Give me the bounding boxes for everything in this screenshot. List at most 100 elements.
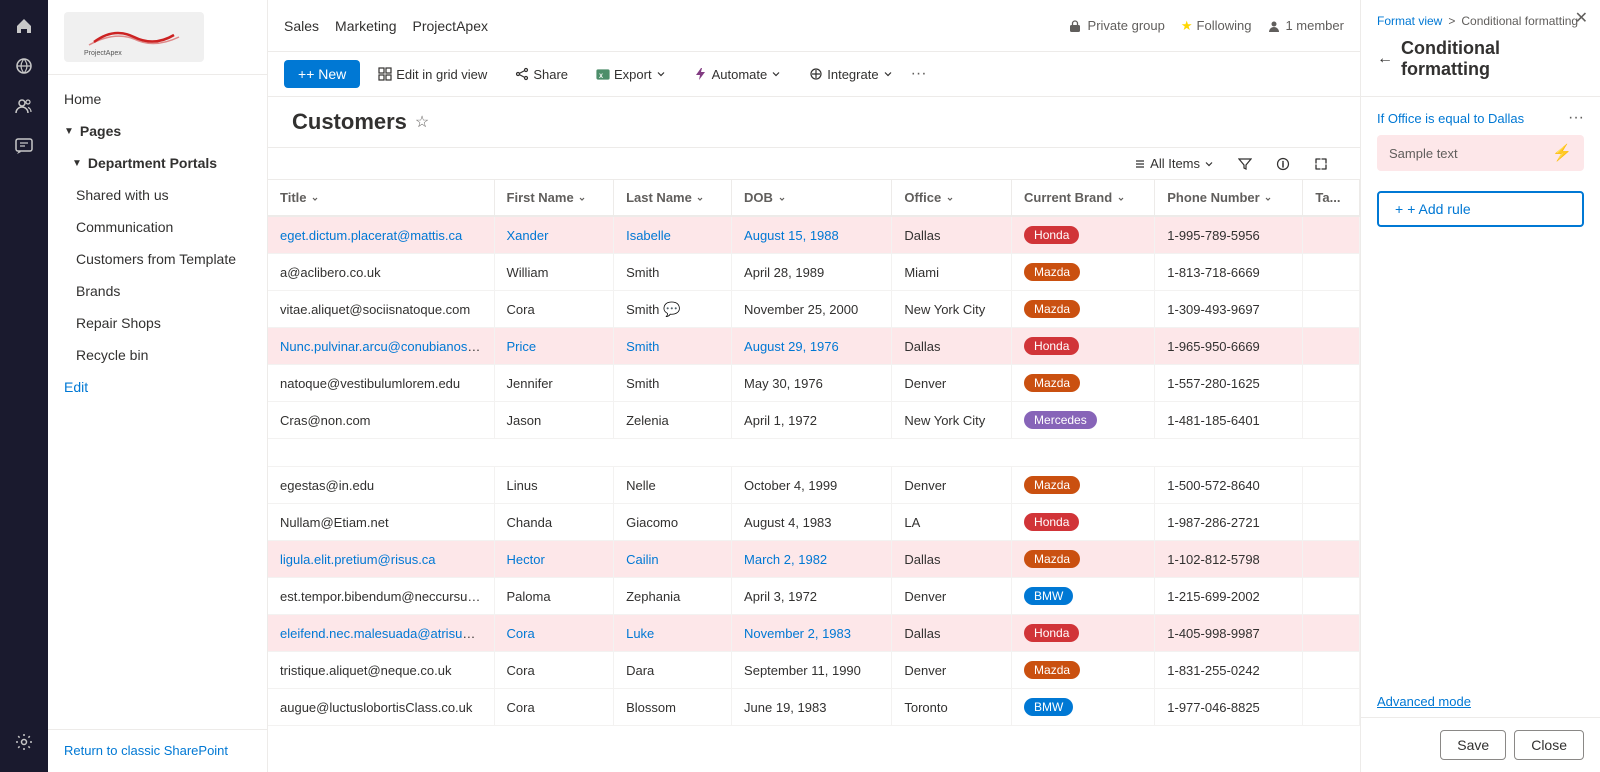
breadcrumb-current: Conditional formatting [1461,14,1578,28]
sidebar-item-communication[interactable]: Communication [48,211,267,243]
col-office[interactable]: Office [892,180,1012,216]
automate-button[interactable]: Automate [684,61,792,88]
share-button[interactable]: Share [505,61,578,88]
row-dob: April 28, 1989 [744,265,824,280]
sidebar-item-customers-template[interactable]: Customers from Template [48,243,267,275]
expand-button[interactable] [1306,153,1336,175]
table-row[interactable]: egestas@in.edu Linus Nelle October 4, 19… [268,467,1360,504]
table-row[interactable]: est.tempor.bibendum@neccursusa.com Palom… [268,578,1360,615]
table-row[interactable]: ligula.elit.pretium@risus.ca Hector Cail… [268,541,1360,578]
row-title-link[interactable]: eget.dictum.placerat@mattis.ca [280,228,462,243]
all-items-button[interactable]: All Items [1126,152,1222,175]
cell-title: a@aclibero.co.uk [268,254,494,291]
col-phone-sort-icon [1263,194,1273,204]
brand-pill: Mazda [1024,661,1080,679]
row-firstname: William [507,265,549,280]
col-title[interactable]: Title [268,180,494,216]
advanced-mode-link[interactable]: Advanced mode [1361,686,1600,717]
member-badge: 1 member [1267,18,1344,33]
table-scroll[interactable]: Title First Name Last Name DOB Offic [268,180,1360,772]
row-title-link[interactable]: ligula.elit.pretium@risus.ca [280,552,436,567]
all-items-chevron-icon [1204,159,1214,169]
nav-chat-icon[interactable] [6,128,42,164]
sidebar-item-shared[interactable]: Shared with us [48,179,267,211]
table-row[interactable]: a@aclibero.co.uk William Smith April 28,… [268,254,1360,291]
table-row[interactable]: Nullam@Etiam.net Chanda Giacomo August 4… [268,504,1360,541]
sidebar-item-repair-shops[interactable]: Repair Shops [48,307,267,339]
toolbar-more-button[interactable]: ··· [911,65,927,83]
nav-home-icon[interactable] [6,8,42,44]
cell-office: Denver [892,467,1012,504]
classic-sharepoint-link[interactable]: Return to classic SharePoint [64,743,228,758]
sidebar-item-recycle-bin[interactable]: Recycle bin [48,339,267,371]
table-row[interactable]: vitae.aliquet@sociisnatoque.com Cora Smi… [268,291,1360,328]
cell-brand: Honda [1012,216,1155,254]
save-label: Save [1457,737,1489,753]
cell-firstname: Hector [494,541,614,578]
star-icon: ★ [1181,18,1193,34]
nav-people-icon[interactable] [6,88,42,124]
sidebar-item-brands[interactable]: Brands [48,275,267,307]
sidebar-edit-link[interactable]: Edit [48,371,267,403]
table-row[interactable]: natoque@vestibulumlorem.edu Jennifer Smi… [268,365,1360,402]
sidebar-pages-toggle[interactable]: ▼ Pages [48,115,267,147]
cell-brand: Mazda [1012,652,1155,689]
filter-button[interactable] [1230,153,1260,175]
panel-spacer [1361,235,1600,686]
table-row[interactable]: eleifend.nec.malesuada@atrisus.ca Cora L… [268,615,1360,652]
add-rule-button[interactable]: + + Add rule [1377,191,1584,227]
following-button[interactable]: ★ Following [1181,18,1252,34]
cell-brand: Mazda [1012,291,1155,328]
topbar-nav-sales[interactable]: Sales [284,18,319,34]
export-button[interactable]: X Export [586,61,676,88]
advanced-mode-label: Advanced mode [1377,694,1471,709]
table-row[interactable]: Nunc.pulvinar.arcu@conubianostraper.edu … [268,328,1360,365]
sidebar-dept-toggle[interactable]: ▼ Department Portals [48,147,267,179]
cell-ta [1303,216,1360,254]
brand-pill: Mazda [1024,374,1080,392]
col-ta[interactable]: Ta... [1303,180,1360,216]
table-row[interactable]: Cras@non.com Jason Zelenia April 1, 1972… [268,402,1360,439]
cell-ta [1303,365,1360,402]
edit-grid-view-button[interactable]: Edit in grid view [368,61,497,88]
panel-back-button[interactable]: ← [1377,50,1393,68]
row-title-link[interactable]: Nunc.pulvinar.arcu@conubianostraper.edu [280,339,494,354]
col-phone[interactable]: Phone Number [1155,180,1303,216]
table-row[interactable]: eget.dictum.placerat@mattis.ca Xander Is… [268,216,1360,254]
topbar-nav-marketing[interactable]: Marketing [335,18,396,34]
cell-dob: September 11, 1990 [732,652,892,689]
row-dob: August 29, 1976 [744,339,839,354]
integrate-chevron-icon [883,69,893,79]
row-title-link[interactable]: eleifend.nec.malesuada@atrisus.ca [280,626,486,641]
cell-dob: April 3, 1972 [732,578,892,615]
save-button[interactable]: Save [1440,730,1506,760]
row-dob: April 1, 1972 [744,413,817,428]
table-row[interactable]: augue@luctuslobortisClass.co.uk Cora Blo… [268,689,1360,726]
brand-pill: Mercedes [1024,411,1097,429]
rule-condition-text[interactable]: If Office is equal to Dallas [1377,111,1524,126]
integrate-button[interactable]: Integrate [799,61,902,88]
col-lastname[interactable]: Last Name [614,180,732,216]
table-row[interactable]: tristique.aliquet@neque.co.uk Cora Dara … [268,652,1360,689]
sidebar-cust-tmpl-label: Customers from Template [76,251,236,267]
sidebar-item-home[interactable]: Home [48,83,267,115]
cell-firstname: Cora [494,652,614,689]
breadcrumb-format-view[interactable]: Format view [1377,14,1442,28]
new-button[interactable]: + + New [284,60,360,88]
col-firstname[interactable]: First Name [494,180,614,216]
panel-close-button[interactable]: ✕ [1575,8,1588,28]
cell-ta [1303,254,1360,291]
info-icon [1276,157,1290,171]
info-button[interactable] [1268,153,1298,175]
cell-dob: August 4, 1983 [732,504,892,541]
chat-icon[interactable]: 💬 [663,301,680,317]
favorite-star-icon[interactable]: ☆ [415,112,429,132]
brand-pill: Mazda [1024,300,1080,318]
col-dob[interactable]: DOB [732,180,892,216]
topbar-nav-projectapex[interactable]: ProjectApex [413,18,488,34]
nav-settings-icon[interactable] [6,724,42,760]
col-brand[interactable]: Current Brand [1012,180,1155,216]
rule-more-button[interactable]: ··· [1568,109,1584,127]
close-button[interactable]: Close [1514,730,1584,760]
nav-globe-icon[interactable] [6,48,42,84]
